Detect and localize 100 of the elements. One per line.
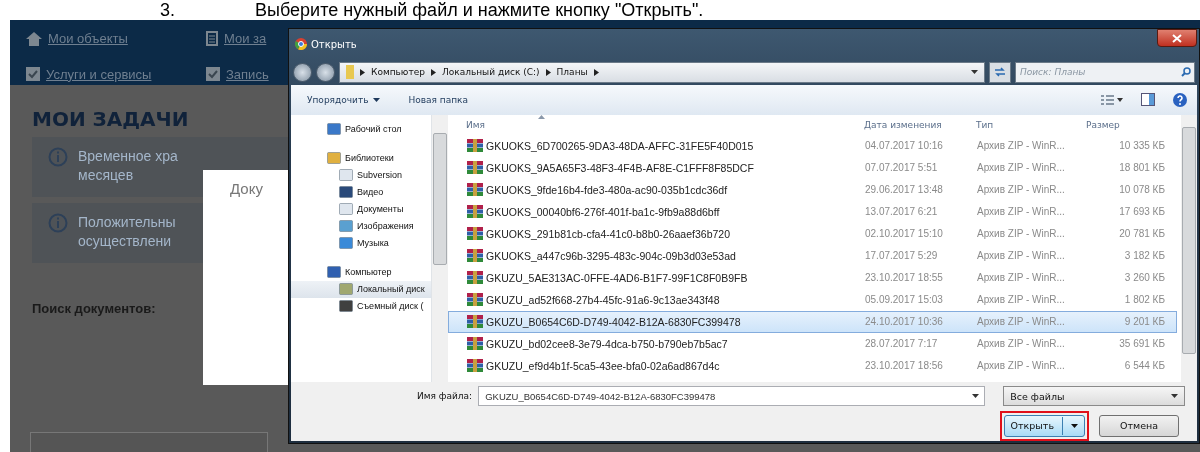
nav-pane-item[interactable]: Документы [291, 200, 431, 218]
file-date: 23.10.2017 18:55 [865, 272, 944, 284]
file-size: 10 335 КБ [1118, 140, 1165, 152]
nav-pane-item[interactable]: Локальный диск [291, 280, 431, 298]
view-options-icon[interactable] [1101, 94, 1123, 105]
file-type: Архив ZIP - WinR... [977, 184, 1066, 196]
archive-icon [467, 293, 483, 307]
caret-icon [1171, 394, 1179, 399]
toolbar-button[interactable]: Новая папка [408, 94, 469, 105]
checkbox-icon [206, 67, 220, 82]
nav-pane-item[interactable]: Subversion [291, 166, 431, 184]
archive-icon [467, 271, 483, 285]
refresh-button[interactable] [989, 61, 1011, 83]
page-heading: МОИ ЗАДАЧИ [32, 107, 189, 131]
info-icon [48, 147, 68, 167]
archive-icon [467, 205, 483, 219]
nav-pane-item[interactable]: Библиотеки [291, 149, 431, 167]
file-type-dropdown[interactable]: Все файлы [1003, 386, 1186, 407]
file-row[interactable]: GKUZU_bd02cee8-3e79-4dca-b750-b790eb7b5ac7 28.07.2017 7:17 Архив ZIP - WinR... 35 691 КБ [448, 332, 1177, 355]
file-name: GKUOKS_a447c96b-3295-483c-904c-09b3d03e53ad [486, 249, 736, 262]
archive-icon [467, 249, 483, 263]
chevron-icon [545, 68, 551, 76]
caret-icon [972, 394, 980, 399]
close-icon [1172, 33, 1182, 43]
file-row[interactable]: GKUZU_ef9d4b1f-5ca5-43ee-bfa0-02a6ad867d4c 23.10.2017 18:56 Архив ZIP - WinR... 6 544 КБ [448, 354, 1177, 377]
file-date: 24.10.2017 10:36 [865, 316, 944, 328]
modal-title: Доку [230, 180, 263, 197]
notice-text: Временное хра месяцев [78, 147, 178, 185]
nav-pane-item[interactable]: Видео [291, 183, 431, 201]
file-date: 17.07.2017 5:29 [865, 250, 939, 262]
dialog-title: Открыть [311, 38, 357, 50]
file-size: 18 801 КБ [1118, 162, 1165, 174]
chevron-icon [360, 68, 365, 76]
toolbar-button[interactable]: Упорядочить [307, 94, 381, 105]
chevron-icon [593, 68, 599, 76]
search-icon [1181, 66, 1191, 77]
address-bar[interactable]: Компьютер Локальный диск (C:) Планы [339, 61, 985, 83]
nav-link[interactable]: Услуги и сервисы [46, 66, 152, 82]
file-name: GKUZU_ef9d4b1f-5ca5-43ee-bfa0-02a6ad867d4c [486, 359, 720, 372]
file-size: 3 260 КБ [1123, 272, 1165, 284]
cancel-button[interactable]: Отмена [1099, 415, 1179, 437]
scrollbar[interactable] [1181, 114, 1197, 382]
home-icon [26, 31, 42, 46]
close-button[interactable] [1157, 29, 1197, 47]
nav-pane-item[interactable]: Музыка [291, 234, 431, 252]
nav-link[interactable]: Мои объекты [48, 31, 128, 47]
folder-icon [346, 65, 354, 80]
file-row[interactable]: GKUOKS_00040bf6-276f-401f-ba1c-9fb9a88d6bff 13.07.2017 6:21 Архив ZIP - WinR... 17 693 КБ [448, 200, 1177, 223]
column-header[interactable]: Дата изменения [864, 119, 976, 130]
archive-icon [467, 161, 483, 175]
nav-pane-item[interactable]: Компьютер [291, 263, 431, 281]
file-type: Архив ZIP - WinR... [977, 140, 1066, 152]
nav-pane-item[interactable]: Съемный диск ( [291, 297, 431, 315]
file-row[interactable]: GKUOKS_6D700265-9DA3-48DA-AFFC-31FE5F40D015 04.07.2017 10:16 Архив ZIP - WinR... 10 335 КБ [448, 134, 1177, 157]
archive-icon [467, 359, 483, 373]
archive-icon [467, 183, 483, 197]
file-name: GKUZU_5AE313AC-0FFE-4AD6-B1F7-99F1C8F0B9FB [486, 271, 748, 284]
forward-button[interactable] [316, 62, 335, 82]
file-name: GKUOKS_291b81cb-cfa4-41c0-b8b0-26aaef36b720 [486, 227, 730, 240]
archive-icon [467, 139, 483, 153]
file-name: GKUZU_bd02cee8-3e79-4dca-b750-b790eb7b5ac7 [486, 337, 728, 350]
file-size: 10 078 КБ [1118, 184, 1165, 196]
column-header[interactable]: Тип [976, 119, 1086, 130]
column-header[interactable]: Размер [1086, 119, 1164, 130]
file-name-field[interactable]: GKUZU_B0654C6D-D749-4042-B12A-6830FC399478 [478, 386, 986, 407]
file-type: Архив ZIP - WinR... [977, 294, 1066, 306]
file-row[interactable]: GKUOKS_9A5A65F3-48F3-4F4B-AF8E-C1FFF8F85DCF 07.07.2017 5:51 Архив ZIP - WinR... 18 801 КБ [448, 156, 1177, 179]
file-type: Архив ZIP - WinR... [977, 162, 1066, 174]
breadcrumb[interactable]: Планы [556, 67, 588, 78]
scrollbar[interactable] [432, 114, 448, 382]
breadcrumb[interactable]: Локальный диск (C:) [441, 67, 540, 78]
nav-pane-item[interactable]: Рабочий стол [291, 120, 431, 138]
app-icon [295, 38, 307, 51]
file-type: Архив ZIP - WinR... [977, 228, 1066, 240]
file-type: Архив ZIP - WinR... [977, 338, 1066, 350]
search-label: Поиск документов: [32, 301, 156, 316]
file-size: 17 693 КБ [1118, 206, 1165, 218]
file-row[interactable]: GKUOKS_a447c96b-3295-483c-904c-09b3d03e53ad 17.07.2017 5:29 Архив ZIP - WinR... 3 182 КБ [448, 244, 1177, 267]
info-icon [48, 213, 68, 233]
file-row[interactable]: GKUZU_5AE313AC-0FFE-4AD6-B1F7-99F1C8F0B9FB 23.10.2017 18:55 Архив ZIP - WinR... 3 260 КБ [448, 266, 1177, 289]
archive-icon [467, 227, 483, 241]
open-button[interactable]: Открыть [1003, 415, 1085, 437]
file-size: 9 201 КБ [1123, 316, 1165, 328]
file-row[interactable]: GKUOKS_9fde16b4-fde3-480a-ac90-035b1cdc36df 29.06.2017 13:48 Архив ZIP - WinR... 10 078 КБ [448, 178, 1177, 201]
nav-pane-item[interactable]: Изображения [291, 217, 431, 235]
file-size: 6 544 КБ [1123, 360, 1165, 372]
help-icon[interactable] [1173, 92, 1187, 107]
file-row[interactable]: GKUZU_ad52f668-27b4-45fc-91a6-9c13ae343f48 05.09.2017 15:03 Архив ZIP - WinR... 1 802 КБ [448, 288, 1177, 311]
file-name-label: Имя файла: [417, 391, 473, 402]
archive-icon [467, 315, 483, 329]
file-row[interactable]: GKUZU_B0654C6D-D749-4042-B12A-6830FC399478 24.10.2017 10:36 Архив ZIP - WinR... 9 201 КБ [448, 310, 1177, 333]
back-button[interactable] [293, 62, 312, 82]
file-row[interactable]: GKUOKS_291b81cb-cfa4-41c0-b8b0-26aaef36b720 02.10.2017 15:10 Архив ZIP - WinR... 20 781 КБ [448, 222, 1177, 245]
preview-pane-icon[interactable] [1141, 93, 1155, 107]
nav-link[interactable]: Мои за [224, 31, 267, 47]
search-field[interactable]: Поиск: Планы [1015, 61, 1195, 83]
nav-link[interactable]: Запись [226, 66, 269, 82]
file-size: 35 691 КБ [1118, 338, 1165, 350]
column-header[interactable]: Имя [466, 119, 864, 130]
breadcrumb[interactable]: Компьютер [371, 67, 425, 78]
